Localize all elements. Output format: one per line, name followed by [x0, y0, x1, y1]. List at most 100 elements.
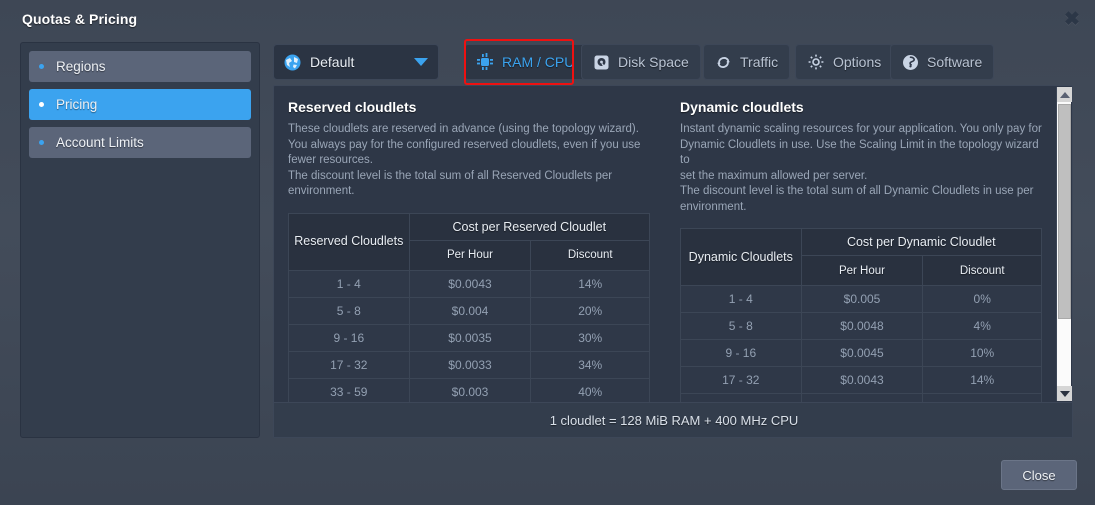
tab-ram-cpu-label: RAM / CPU — [502, 54, 575, 70]
cell-discount: 4% — [922, 312, 1042, 340]
tab-traffic-label: Traffic — [740, 54, 779, 70]
close-button[interactable]: Close — [1001, 460, 1077, 490]
bullet-icon — [39, 102, 44, 107]
reserved-section-description: These cloudlets are reserved in advance … — [288, 122, 650, 200]
tab-disk-space[interactable]: Disk Space — [581, 44, 701, 80]
cell-discount: 20% — [922, 393, 1042, 402]
gear-icon — [807, 53, 825, 71]
table-header-row: Dynamic Cloudlets Cost per Dynamic Cloud… — [680, 228, 1043, 286]
refresh-arrows-icon — [715, 54, 732, 71]
cell-discount: 14% — [922, 366, 1042, 394]
dynamic-desc-line: The discount level is the total sum of a… — [680, 185, 1034, 197]
reserved-item-header: Reserved Cloudlets — [288, 212, 410, 271]
sidebar-item-label: Regions — [56, 59, 106, 74]
cell-per-hour: $0.0035 — [408, 323, 532, 352]
bullet-icon — [39, 140, 44, 145]
chevron-down-icon — [414, 58, 428, 66]
bullet-icon — [39, 64, 44, 69]
sidebar-item-pricing[interactable]: Pricing — [29, 89, 251, 120]
dynamic-desc-line: environment. — [680, 200, 747, 213]
cell-range: 1 - 4 — [680, 285, 802, 313]
dynamic-item-header: Dynamic Cloudlets — [680, 228, 802, 286]
table-row: 5 - 8 $0.004 20% — [288, 296, 650, 325]
cell-per-hour: $0.003 — [408, 377, 532, 402]
dynamic-cloudlets-section: Dynamic cloudlets Instant dynamic scalin… — [666, 86, 1058, 402]
tab-disk-space-label: Disk Space — [618, 54, 689, 70]
sidebar-item-label: Pricing — [56, 97, 98, 112]
main-panel: Default RAM / CPU Disk Space Traffic Opt… — [271, 39, 1075, 438]
reserved-pricing-table: Reserved Cloudlets Cost per Reserved Clo… — [288, 212, 651, 402]
reserved-discount-header: Discount — [530, 239, 650, 271]
table-header-row: Reserved Cloudlets Cost per Reserved Clo… — [288, 212, 651, 271]
cell-discount: 34% — [530, 350, 650, 379]
page-title: Quotas & Pricing — [22, 11, 138, 27]
reserved-desc-line: environment. — [288, 185, 355, 197]
vertical-scrollbar[interactable] — [1056, 87, 1072, 401]
table-row: 33 - 59 $0.003 40% — [288, 377, 650, 402]
pricing-content-panel: Reserved cloudlets These cloudlets are r… — [273, 85, 1073, 438]
cell-range: 1 - 4 — [288, 269, 410, 298]
tab-traffic[interactable]: Traffic — [703, 44, 791, 80]
tab-options[interactable]: Options — [795, 44, 894, 80]
dynamic-per-hour-header: Per Hour — [800, 255, 924, 286]
scrollbar-thumb[interactable] — [1058, 104, 1071, 319]
reserved-desc-line: You always pay for the configured reserv… — [288, 138, 641, 151]
sidebar-item-account-limits[interactable]: Account Limits — [29, 127, 251, 158]
reserved-per-hour-header: Per Hour — [408, 239, 532, 271]
globe-icon — [284, 54, 301, 71]
cell-discount: 30% — [530, 323, 650, 352]
reserved-section-title: Reserved cloudlets — [288, 99, 417, 115]
table-row: 33 - 59 $0.004 20% — [680, 393, 1042, 402]
reserved-desc-line: fewer resources. — [288, 154, 374, 166]
table-row: 1 - 4 $0.0043 14% — [288, 269, 650, 298]
dynamic-desc-line: Dynamic Cloudlets in use. Use the Scalin… — [680, 138, 1039, 167]
environment-select[interactable]: Default — [273, 44, 439, 80]
cell-discount: 10% — [922, 339, 1042, 367]
table-row: 17 - 32 $0.0043 14% — [680, 366, 1042, 394]
disc-icon — [902, 54, 919, 71]
reserved-cloudlets-section: Reserved cloudlets These cloudlets are r… — [274, 86, 666, 402]
cell-per-hour: $0.0043 — [408, 269, 532, 298]
toolbar-tabs: Default RAM / CPU Disk Space Traffic Opt… — [271, 39, 1075, 85]
table-row: 17 - 32 $0.0033 34% — [288, 350, 650, 379]
cell-per-hour: $0.0045 — [800, 339, 924, 367]
triangle-down-icon[interactable] — [1057, 386, 1072, 401]
hard-disk-icon — [593, 54, 610, 71]
cell-per-hour: $0.0043 — [800, 366, 924, 394]
dynamic-section-title: Dynamic cloudlets — [680, 99, 804, 115]
cell-range: 33 - 59 — [680, 393, 802, 402]
table-row: 5 - 8 $0.0048 4% — [680, 312, 1042, 340]
pricing-scroll-view: Reserved cloudlets These cloudlets are r… — [274, 86, 1058, 402]
cloudlet-definition-note: 1 cloudlet = 128 MiB RAM + 400 MHz CPU — [274, 402, 1072, 437]
cell-per-hour: $0.0033 — [408, 350, 532, 379]
tab-options-label: Options — [833, 54, 882, 70]
cell-per-hour: $0.005 — [800, 285, 924, 313]
cell-range: 5 - 8 — [680, 312, 802, 340]
reserved-desc-line: The discount level is the total sum of a… — [288, 169, 613, 182]
cell-range: 17 - 32 — [680, 366, 802, 394]
dynamic-desc-line: Instant dynamic scaling resources for yo… — [680, 123, 1042, 135]
cell-range: 9 - 16 — [680, 339, 802, 367]
reserved-group-header: Cost per Reserved Cloudlet — [408, 212, 651, 241]
sidebar: Regions Pricing Account Limits — [20, 42, 260, 438]
cell-range: 9 - 16 — [288, 323, 410, 352]
dynamic-section-description: Instant dynamic scaling resources for yo… — [680, 122, 1042, 215]
cpu-chip-icon — [476, 53, 494, 71]
table-row: 1 - 4 $0.005 0% — [680, 285, 1042, 313]
table-row: 9 - 16 $0.0045 10% — [680, 339, 1042, 367]
dynamic-pricing-table: Dynamic Cloudlets Cost per Dynamic Cloud… — [680, 228, 1043, 402]
tab-software[interactable]: Software — [890, 44, 995, 80]
cell-discount: 20% — [530, 296, 650, 325]
environment-select-value: Default — [310, 54, 355, 70]
cell-per-hour: $0.0048 — [800, 312, 924, 340]
tab-ram-cpu[interactable]: RAM / CPU — [464, 44, 587, 80]
triangle-up-icon[interactable] — [1057, 87, 1072, 102]
cell-range: 5 - 8 — [288, 296, 410, 325]
close-x-icon[interactable]: ✖ — [1059, 6, 1085, 32]
cell-range: 17 - 32 — [288, 350, 410, 379]
sidebar-item-regions[interactable]: Regions — [29, 51, 251, 82]
cell-per-hour: $0.004 — [408, 296, 532, 325]
cell-discount: 14% — [530, 269, 650, 298]
reserved-desc-line: These cloudlets are reserved in advance … — [288, 123, 639, 135]
tab-software-label: Software — [927, 54, 983, 70]
